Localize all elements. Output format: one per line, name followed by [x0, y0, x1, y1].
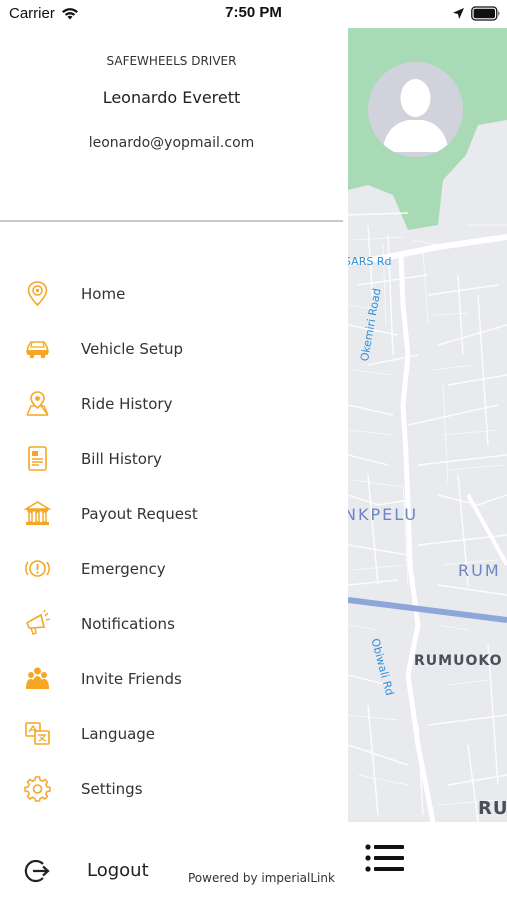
translate-icon — [25, 722, 50, 745]
bill-icon — [28, 446, 47, 471]
side-drawer: SAFEWHEELS DRIVER Leonardo Everett leona… — [0, 28, 343, 900]
gear-icon — [24, 776, 51, 802]
menu-item-label: Ride History — [81, 394, 173, 413]
map-area-label: NKPELU — [348, 505, 419, 524]
bank-icon — [24, 501, 51, 525]
status-bar: Carrier 7:50 PM — [0, 0, 507, 28]
drawer-menu: Home Vehicle Setup Ride History Bill His… — [0, 266, 343, 816]
menu-item-notifications[interactable]: Notifications — [0, 596, 343, 651]
menu-item-label: Emergency — [81, 559, 166, 578]
map-area-label: RUM — [458, 561, 501, 580]
megaphone-icon — [26, 610, 51, 635]
menu-item-language[interactable]: Language — [0, 706, 343, 761]
divider — [0, 220, 343, 222]
menu-item-settings[interactable]: Settings — [0, 761, 343, 816]
menu-item-label: Notifications — [81, 614, 175, 633]
car-icon — [26, 341, 49, 359]
logout-label: Logout — [87, 860, 149, 881]
menu-item-emergency[interactable]: Emergency — [0, 541, 343, 596]
menu-item-label: Language — [81, 724, 156, 743]
logout-button[interactable]: Logout — [22, 854, 162, 888]
menu-item-label: Settings — [81, 779, 143, 798]
hamburger-icon — [365, 844, 404, 872]
driver-email: leonardo@yopmail.com — [88, 135, 255, 151]
menu-item-invite-friends[interactable]: Invite Friends — [0, 651, 343, 706]
menu-item-label: Vehicle Setup — [81, 339, 184, 358]
menu-item-ride-history[interactable]: Ride History — [0, 376, 343, 431]
menu-toggle-button[interactable] — [364, 842, 408, 876]
alert-icon — [25, 560, 50, 577]
menu-item-home[interactable]: Home — [0, 266, 343, 321]
map-pin-icon — [26, 391, 49, 416]
map-road-label: SARS Rd — [348, 255, 392, 268]
battery-icon — [471, 6, 500, 21]
map-area-label: RU — [478, 798, 507, 819]
user-silhouette-icon — [368, 62, 463, 157]
logout-icon — [24, 859, 50, 883]
powered-by-text: Powered by imperialLink — [188, 871, 335, 885]
role-label: SAFEWHEELS DRIVER — [106, 54, 237, 68]
menu-item-label: Invite Friends — [81, 669, 182, 688]
location-arrow-icon — [453, 8, 464, 19]
map-area-label: RUMUOKO — [414, 653, 503, 669]
menu-item-label: Home — [81, 284, 126, 303]
avatar[interactable] — [368, 62, 463, 157]
driver-name: Leonardo Everett — [102, 88, 241, 107]
menu-item-label: Payout Request — [81, 504, 198, 523]
menu-item-vehicle-setup[interactable]: Vehicle Setup — [0, 321, 343, 376]
home-location-pin-icon — [27, 281, 48, 307]
status-time: 7:50 PM — [225, 4, 282, 21]
menu-item-payout-request[interactable]: Payout Request — [0, 486, 343, 541]
people-icon — [26, 667, 49, 689]
menu-item-bill-history[interactable]: Bill History — [0, 431, 343, 486]
menu-item-label: Bill History — [81, 449, 162, 468]
